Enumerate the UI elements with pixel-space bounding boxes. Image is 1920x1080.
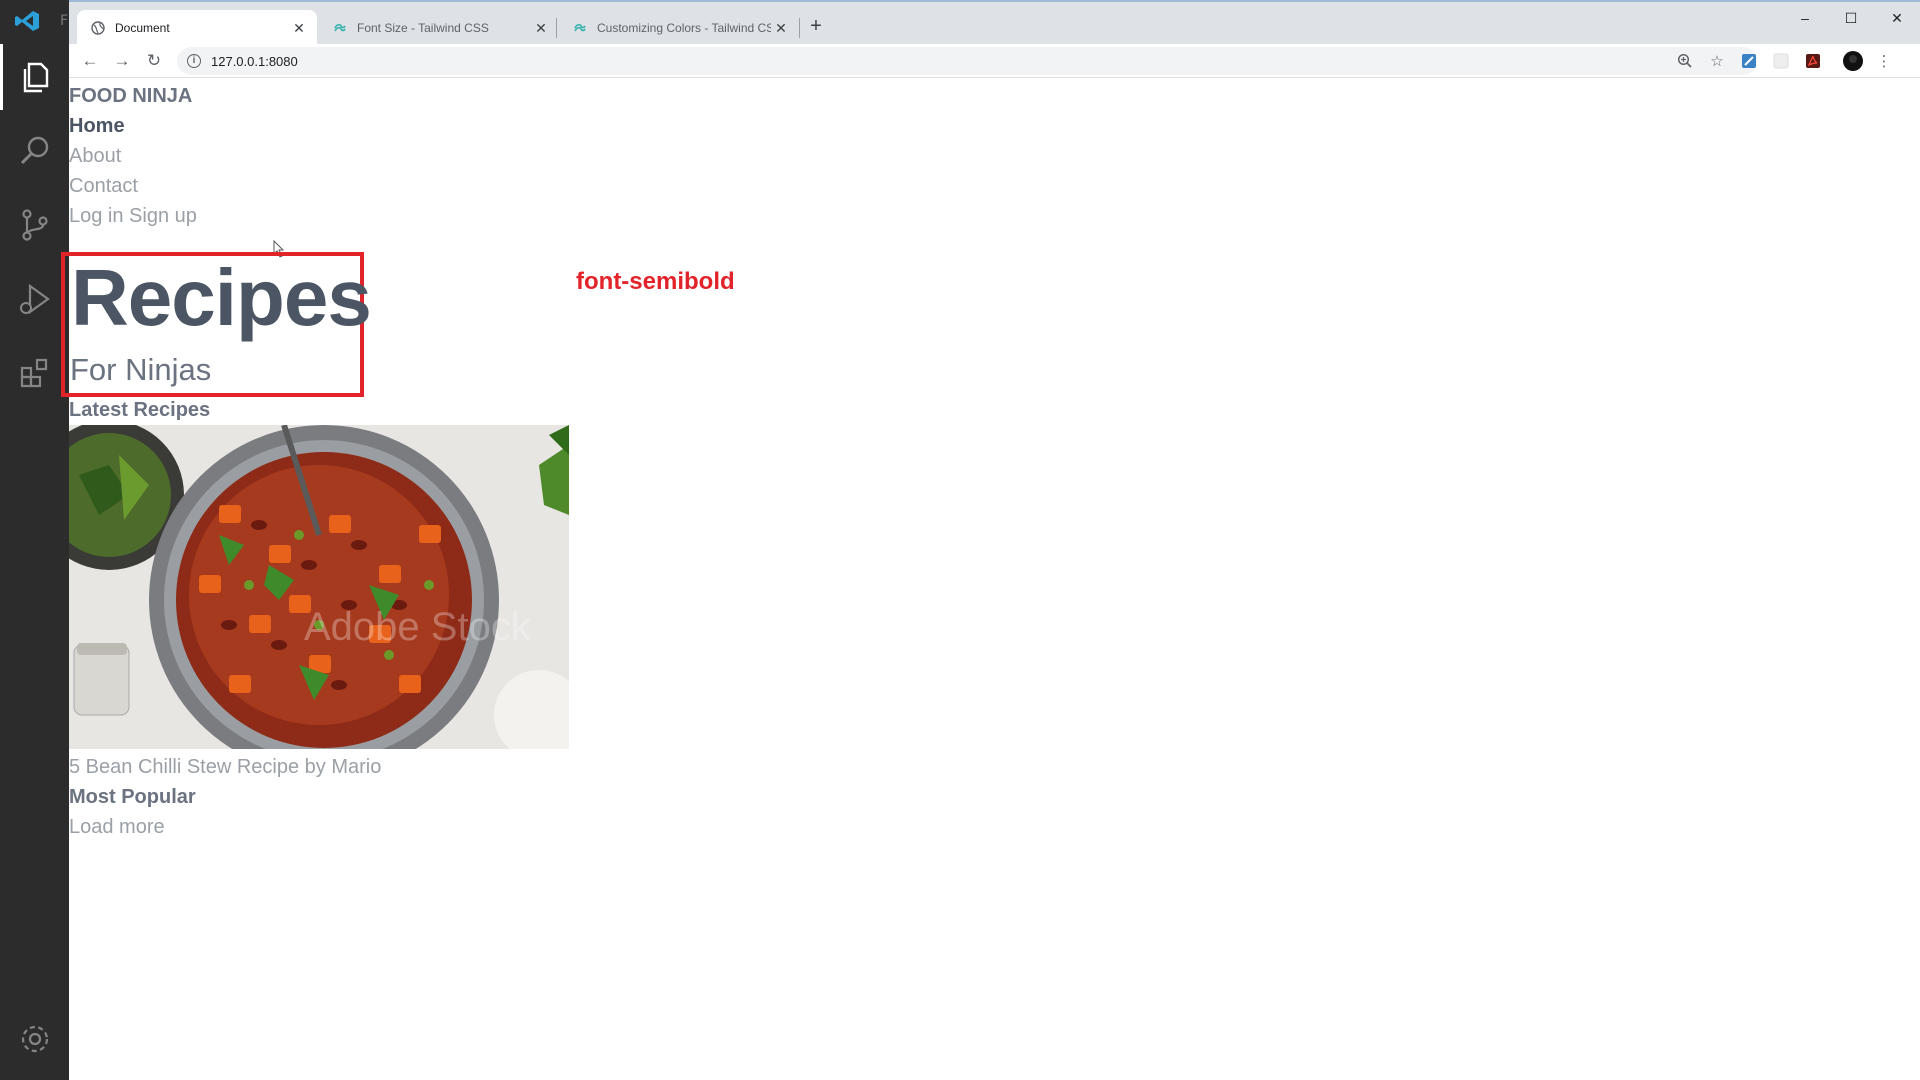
globe-icon	[91, 21, 105, 35]
address-bar[interactable]: i 127.0.0.1:8080	[177, 47, 1757, 75]
tailwind-icon	[573, 21, 587, 35]
tab-document[interactable]: Document ✕	[77, 10, 317, 46]
nav-about[interactable]: About	[69, 145, 121, 168]
vscode-logo-icon	[15, 11, 39, 31]
recipe-image[interactable]: Adobe Stock	[69, 425, 569, 749]
menu-icon[interactable]: ⋮	[1873, 50, 1895, 72]
nav-login-signup[interactable]: Log in Sign up	[69, 205, 197, 228]
tab-customizing-colors[interactable]: Customizing Colors - Tailwind CSS ✕	[559, 10, 799, 46]
nav-home[interactable]: Home	[69, 115, 125, 138]
tailwind-icon	[333, 21, 347, 35]
vscode-letter: F	[60, 13, 69, 29]
hero-subtitle: For Ninjas	[70, 352, 212, 387]
browser-toolbar: ← → ↻ i 127.0.0.1:8080 ☆ ⋮	[69, 44, 1920, 78]
annotation-label: font-semibold	[576, 268, 735, 295]
load-more-link[interactable]: Load more	[69, 816, 165, 839]
most-popular-heading: Most Popular	[69, 786, 196, 808]
back-button[interactable]: ←	[77, 48, 103, 74]
search-icon[interactable]	[0, 118, 69, 184]
reload-button[interactable]: ↻	[141, 48, 167, 74]
minimize-button[interactable]: –	[1782, 4, 1828, 34]
star-icon[interactable]: ☆	[1706, 50, 1728, 72]
maximize-button[interactable]: ☐	[1828, 4, 1874, 34]
run-debug-icon[interactable]	[0, 266, 69, 332]
tab-close-icon[interactable]: ✕	[531, 20, 551, 37]
tab-title: Customizing Colors - Tailwind CSS	[597, 21, 771, 35]
latest-recipes-heading: Latest Recipes	[69, 399, 211, 421]
zoom-icon[interactable]	[1674, 50, 1696, 72]
extension-blank-icon[interactable]	[1770, 50, 1792, 72]
close-window-button[interactable]: ✕	[1874, 4, 1920, 34]
tab-close-icon[interactable]: ✕	[771, 20, 791, 37]
settings-gear-icon[interactable]	[0, 1006, 69, 1072]
source-control-icon[interactable]	[0, 192, 69, 258]
hero-title: Recipes	[71, 253, 372, 342]
watermark-text: Adobe Stock	[304, 605, 532, 649]
recipe-caption[interactable]: 5 Bean Chilli Stew Recipe by Mario	[69, 756, 381, 779]
tab-close-icon[interactable]: ✕	[289, 20, 309, 37]
new-tab-button[interactable]: +	[804, 14, 828, 38]
browser-window: Document ✕ Font Size - Tailwind CSS ✕ Cu…	[61, 0, 1920, 1080]
tab-font-size[interactable]: Font Size - Tailwind CSS ✕	[319, 10, 559, 46]
explorer-icon[interactable]	[0, 44, 69, 110]
tab-strip: Document ✕ Font Size - Tailwind CSS ✕ Cu…	[69, 0, 1920, 46]
vscode-activity-bar: F	[0, 0, 69, 1080]
profile-icon[interactable]	[1842, 50, 1864, 72]
tab-title: Document	[115, 21, 170, 35]
page-content: FOOD NINJA Home About Contact Log in Sig…	[61, 79, 1920, 1080]
extensions-icon[interactable]	[0, 340, 69, 406]
extension-icon[interactable]	[1738, 50, 1760, 72]
url-text[interactable]: 127.0.0.1:8080	[211, 54, 298, 69]
tab-title: Font Size - Tailwind CSS	[357, 21, 489, 35]
nav-contact[interactable]: Contact	[69, 175, 138, 198]
forward-button[interactable]: →	[109, 48, 135, 74]
brand-logo[interactable]: FOOD NINJA	[69, 85, 192, 108]
pdf-icon[interactable]	[1802, 50, 1824, 72]
site-info-icon[interactable]: i	[187, 54, 201, 68]
